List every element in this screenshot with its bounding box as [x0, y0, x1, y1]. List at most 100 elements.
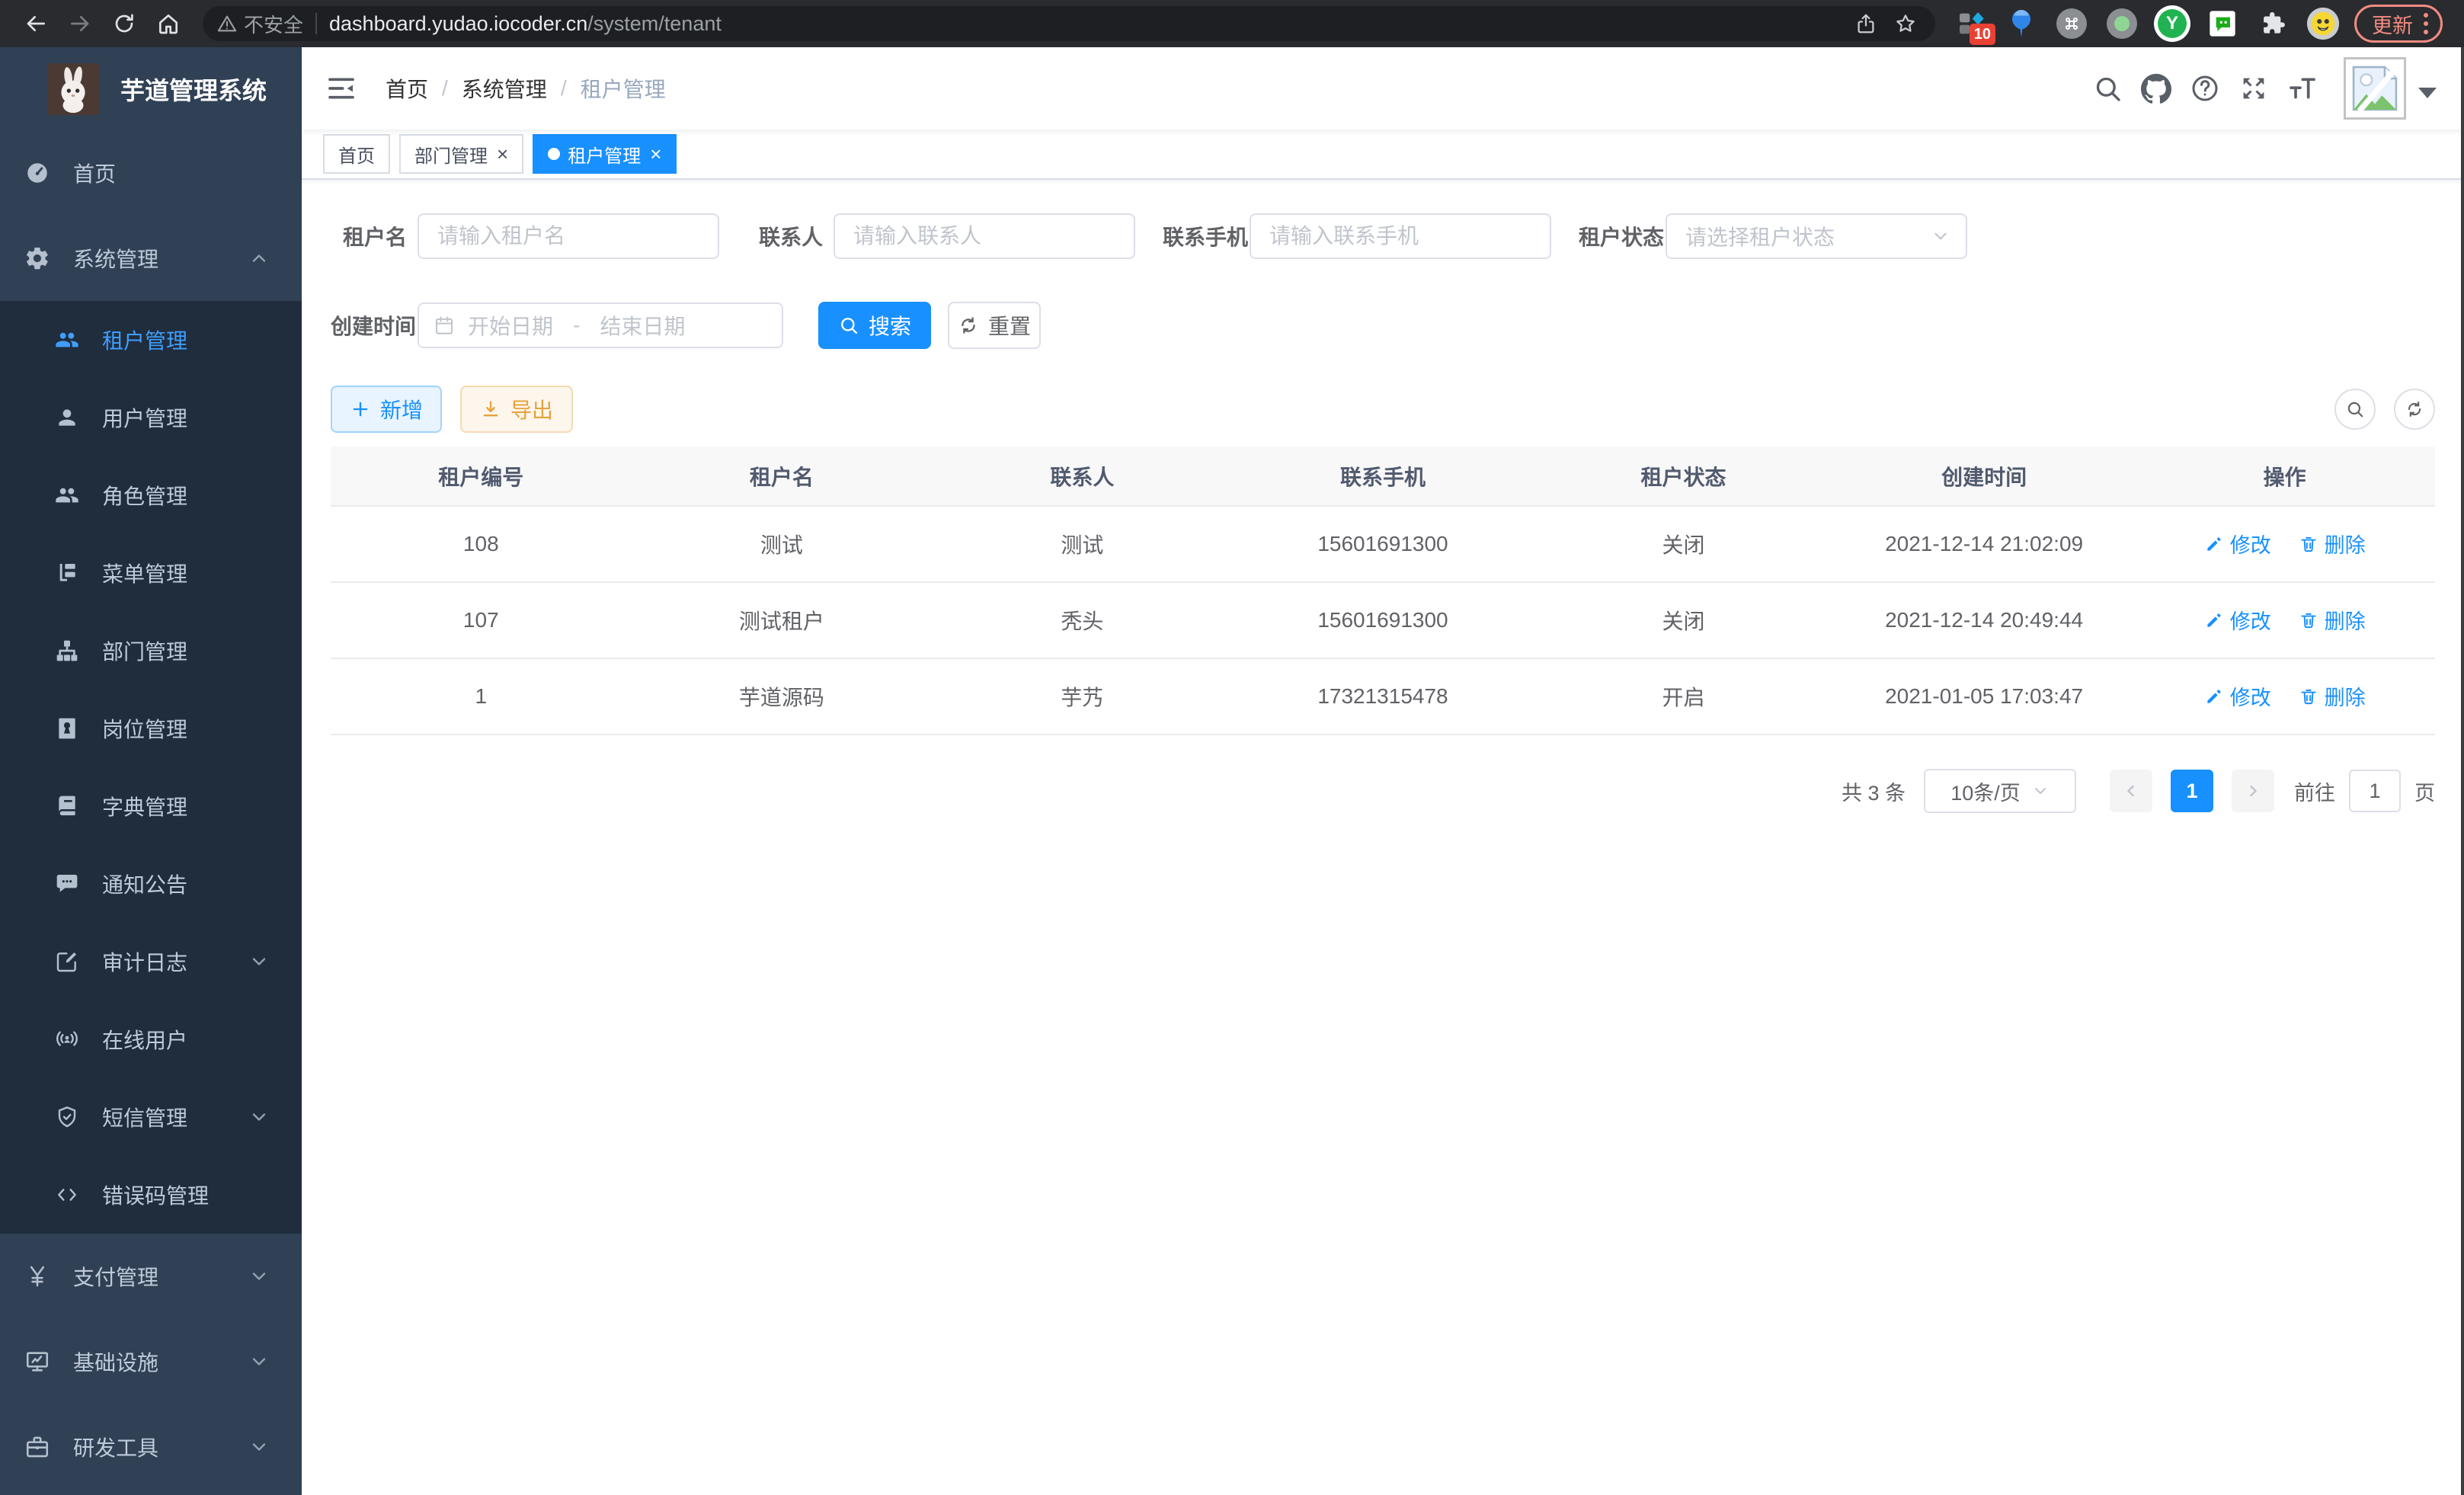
refresh-table-button[interactable] [2394, 389, 2435, 430]
profile-avatar-icon[interactable] [2303, 4, 2343, 43]
app-logo-row[interactable]: 芋道管理系统 [0, 47, 302, 130]
reset-button[interactable]: 重置 [948, 302, 1041, 349]
sidebar-collapse-icon[interactable] [323, 70, 360, 107]
date-range-picker[interactable]: 开始日期 - 结束日期 [418, 303, 783, 348]
sidebar-item-14[interactable]: 支付管理 [0, 1234, 302, 1319]
cell-created: 2021-01-05 17:03:47 [1834, 658, 2135, 735]
dict-icon [55, 794, 79, 818]
help-icon[interactable] [2181, 64, 2229, 113]
record-extension-icon[interactable] [2102, 4, 2142, 43]
status-select[interactable]: 请选择租户状态 [1666, 213, 1967, 259]
page-size-select[interactable]: 10条/页 [1924, 769, 2076, 813]
browser-back-button[interactable] [18, 6, 53, 41]
add-button[interactable]: 新增 [331, 386, 442, 433]
delete-link[interactable]: 删除 [2299, 529, 2366, 559]
browser-update-button[interactable]: 更新 [2354, 5, 2443, 43]
mobile-input[interactable] [1250, 213, 1551, 259]
extension-grid-icon[interactable]: 10 [1951, 4, 1991, 43]
sidebar-item-0[interactable]: 首页 [0, 130, 302, 216]
tenant-name-field: 租户名 [331, 213, 719, 259]
cell-mobile: 15601691300 [1233, 506, 1534, 582]
sidebar-item-8[interactable]: 字典管理 [0, 767, 302, 845]
tab-1[interactable]: 部门管理 [399, 134, 523, 174]
tenant-name-input[interactable] [418, 213, 719, 259]
goto-page-input[interactable] [2349, 770, 2401, 812]
y-extension-icon[interactable]: Y [2152, 4, 2192, 43]
delete-link[interactable]: 删除 [2299, 681, 2366, 711]
edit-link[interactable]: 修改 [2204, 529, 2271, 559]
breadcrumb-home[interactable]: 首页 [386, 73, 428, 104]
kite-extension-icon[interactable] [2002, 4, 2041, 43]
user-avatar-dropdown[interactable] [2344, 57, 2437, 120]
sidebar-item-9[interactable]: 通知公告 [0, 845, 302, 923]
sidebar-item-4[interactable]: 角色管理 [0, 456, 302, 534]
cell-mobile: 17321315478 [1233, 658, 1534, 735]
command-extension-icon[interactable] [2052, 4, 2091, 43]
table-row: 108 测试 测试 15601691300 关闭 2021-12-14 21:0… [331, 506, 2435, 582]
address-bar[interactable]: 不安全 dashboard.yudao.iocoder.cn/system/te… [203, 6, 1935, 41]
sidebar-item-5[interactable]: 菜单管理 [0, 534, 302, 612]
chat-extension-icon[interactable] [2203, 4, 2242, 43]
calendar-icon [433, 314, 456, 337]
sidebar-item-3[interactable]: 用户管理 [0, 379, 302, 456]
sidebar-item-10[interactable]: 审计日志 [0, 923, 302, 1000]
tab-2[interactable]: 租户管理 [533, 134, 677, 174]
user-icon [55, 405, 79, 430]
create-time-field: 创建时间 开始日期 - 结束日期 [331, 303, 783, 348]
warning-triangle-icon [216, 13, 238, 34]
share-icon[interactable] [1850, 8, 1882, 40]
sidebar-item-16[interactable]: 研发工具 [0, 1404, 302, 1490]
security-chip[interactable]: 不安全 [216, 10, 303, 38]
close-icon[interactable] [650, 144, 661, 164]
browser-home-button[interactable] [151, 6, 186, 41]
bookmark-star-icon[interactable] [1890, 8, 1922, 40]
browser-forward-button[interactable] [62, 6, 98, 41]
export-button[interactable]: 导出 [460, 386, 573, 433]
tab-0[interactable]: 首页 [323, 134, 390, 174]
sidebar-item-12[interactable]: 短信管理 [0, 1078, 302, 1156]
start-date-placeholder[interactable]: 开始日期 [468, 310, 553, 341]
prev-page-button[interactable] [2110, 770, 2152, 812]
next-page-button[interactable] [2232, 770, 2274, 812]
mobile-field: 联系手机 [1163, 213, 1551, 259]
breadcrumb-system[interactable]: 系统管理 [462, 73, 547, 104]
col-created: 创建时间 [1834, 447, 2135, 506]
sidebar-item-11[interactable]: 在线用户 [0, 1000, 302, 1078]
sidebar-item-15[interactable]: 基础设施 [0, 1319, 302, 1404]
browser-menu-kebab-icon[interactable] [2424, 13, 2428, 34]
extension-badge: 10 [1970, 24, 1995, 45]
browser-reload-button[interactable] [107, 6, 142, 41]
sidebar-item-7[interactable]: 岗位管理 [0, 690, 302, 767]
toggle-search-button[interactable] [2334, 389, 2376, 430]
role-icon [55, 483, 79, 507]
fullscreen-icon[interactable] [2229, 64, 2278, 113]
mobile-label: 联系手机 [1163, 221, 1239, 251]
sidebar-item-6[interactable]: 部门管理 [0, 612, 302, 690]
end-date-placeholder[interactable]: 结束日期 [600, 310, 685, 341]
sidebar-item-1[interactable]: 系统管理 [0, 216, 302, 301]
puzzle-extensions-icon[interactable] [2253, 4, 2293, 43]
search-button[interactable]: 搜索 [818, 302, 931, 349]
sidebar-item-2[interactable]: 租户管理 [0, 301, 302, 379]
post-icon [55, 716, 79, 741]
cell-status: 关闭 [1533, 582, 1834, 658]
edit-link[interactable]: 修改 [2204, 605, 2271, 635]
contact-input[interactable] [834, 213, 1135, 259]
font-size-icon[interactable] [2278, 64, 2327, 113]
trash-icon [2299, 687, 2318, 706]
contact-field: 联系人 [747, 213, 1135, 259]
edit-link[interactable]: 修改 [2204, 681, 2271, 711]
tenant-table: 租户编号 租户名 联系人 联系手机 租户状态 创建时间 操作 108 测试 测试… [331, 447, 2435, 735]
tenant-icon [55, 328, 79, 352]
chevron-down-icon [248, 951, 270, 972]
delete-link[interactable]: 删除 [2299, 605, 2366, 635]
header-search-icon[interactable] [2083, 64, 2132, 113]
page-number-1[interactable]: 1 [2171, 770, 2213, 812]
sidebar-item-13[interactable]: 错误码管理 [0, 1156, 302, 1234]
cell-tenant-name: 芋道源码 [632, 658, 933, 735]
top-navbar: 首页 / 系统管理 / 租户管理 [302, 47, 2464, 130]
table-row: 1 芋道源码 芋艿 17321315478 开启 2021-01-05 17:0… [331, 658, 2435, 735]
github-icon[interactable] [2132, 64, 2181, 113]
close-icon[interactable] [497, 144, 508, 164]
cell-mobile: 15601691300 [1233, 582, 1534, 658]
